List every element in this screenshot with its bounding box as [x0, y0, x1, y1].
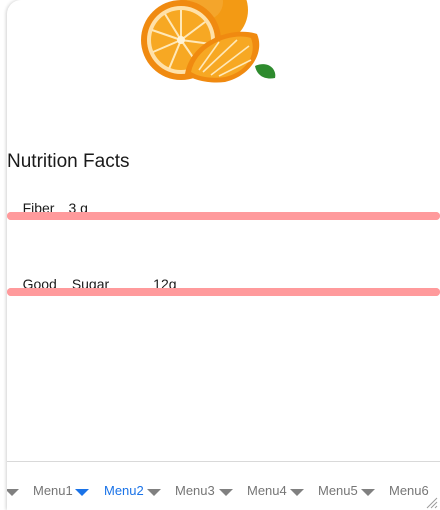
sugar-progress-fill — [7, 288, 440, 296]
page-title: Nutrition Facts — [7, 151, 130, 172]
chevron-down-icon[interactable] — [147, 489, 161, 496]
sugar-progress-bar — [7, 288, 440, 296]
chevron-down-icon[interactable] — [361, 489, 375, 496]
menu-item-4[interactable]: Menu4 — [247, 483, 287, 498]
menu-item-1[interactable]: Menu1 — [33, 483, 73, 498]
nutrition-card: Nutrition Facts Fiber 3 g Good Sugar 12g Me… — [7, 0, 440, 510]
chevron-down-icon[interactable] — [290, 489, 304, 496]
menu-item-5[interactable]: Menu5 — [318, 483, 358, 498]
sugar-row: Good Sugar 12g — [7, 260, 177, 308]
chevron-down-icon[interactable] — [219, 489, 233, 496]
fiber-progress-bar — [7, 212, 440, 220]
menu-item-2[interactable]: Menu2 — [104, 483, 144, 498]
fiber-progress-fill — [7, 212, 440, 220]
orange-image — [141, 0, 276, 83]
fiber-row: Fiber 3 g — [7, 184, 88, 232]
chevron-down-icon[interactable] — [75, 489, 89, 496]
menu-item-3[interactable]: Menu3 — [175, 483, 215, 498]
bottom-menu-bar: Menu1 Menu2 Menu3 Menu4 Menu5 Menu6 — [7, 461, 440, 510]
resize-grip-icon[interactable] — [426, 497, 438, 509]
menu-item-6[interactable]: Menu6 — [389, 483, 429, 498]
chevron-down-icon[interactable] — [7, 489, 19, 496]
